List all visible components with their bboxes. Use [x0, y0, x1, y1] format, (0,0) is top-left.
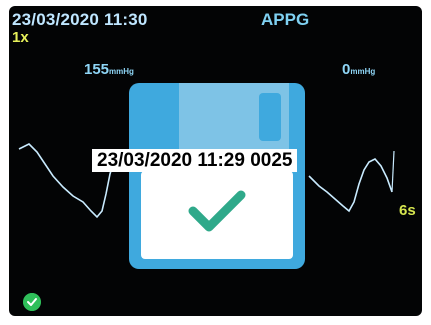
monitor-display: 23/03/2020 11:30 APPG 1x 155mmHg 0mmHg 6… [9, 6, 422, 316]
save-timestamp-label: 23/03/2020 11:29 0025 [92, 149, 298, 172]
ok-check-icon [23, 293, 41, 311]
floppy-disk-icon [129, 83, 305, 269]
screen-frame: 23/03/2020 11:30 APPG 1x 155mmHg 0mmHg 6… [0, 0, 431, 325]
time-scale-label: 6s [399, 202, 416, 219]
waveform-tail-right [391, 150, 395, 193]
waveform-trace-right [308, 158, 393, 213]
